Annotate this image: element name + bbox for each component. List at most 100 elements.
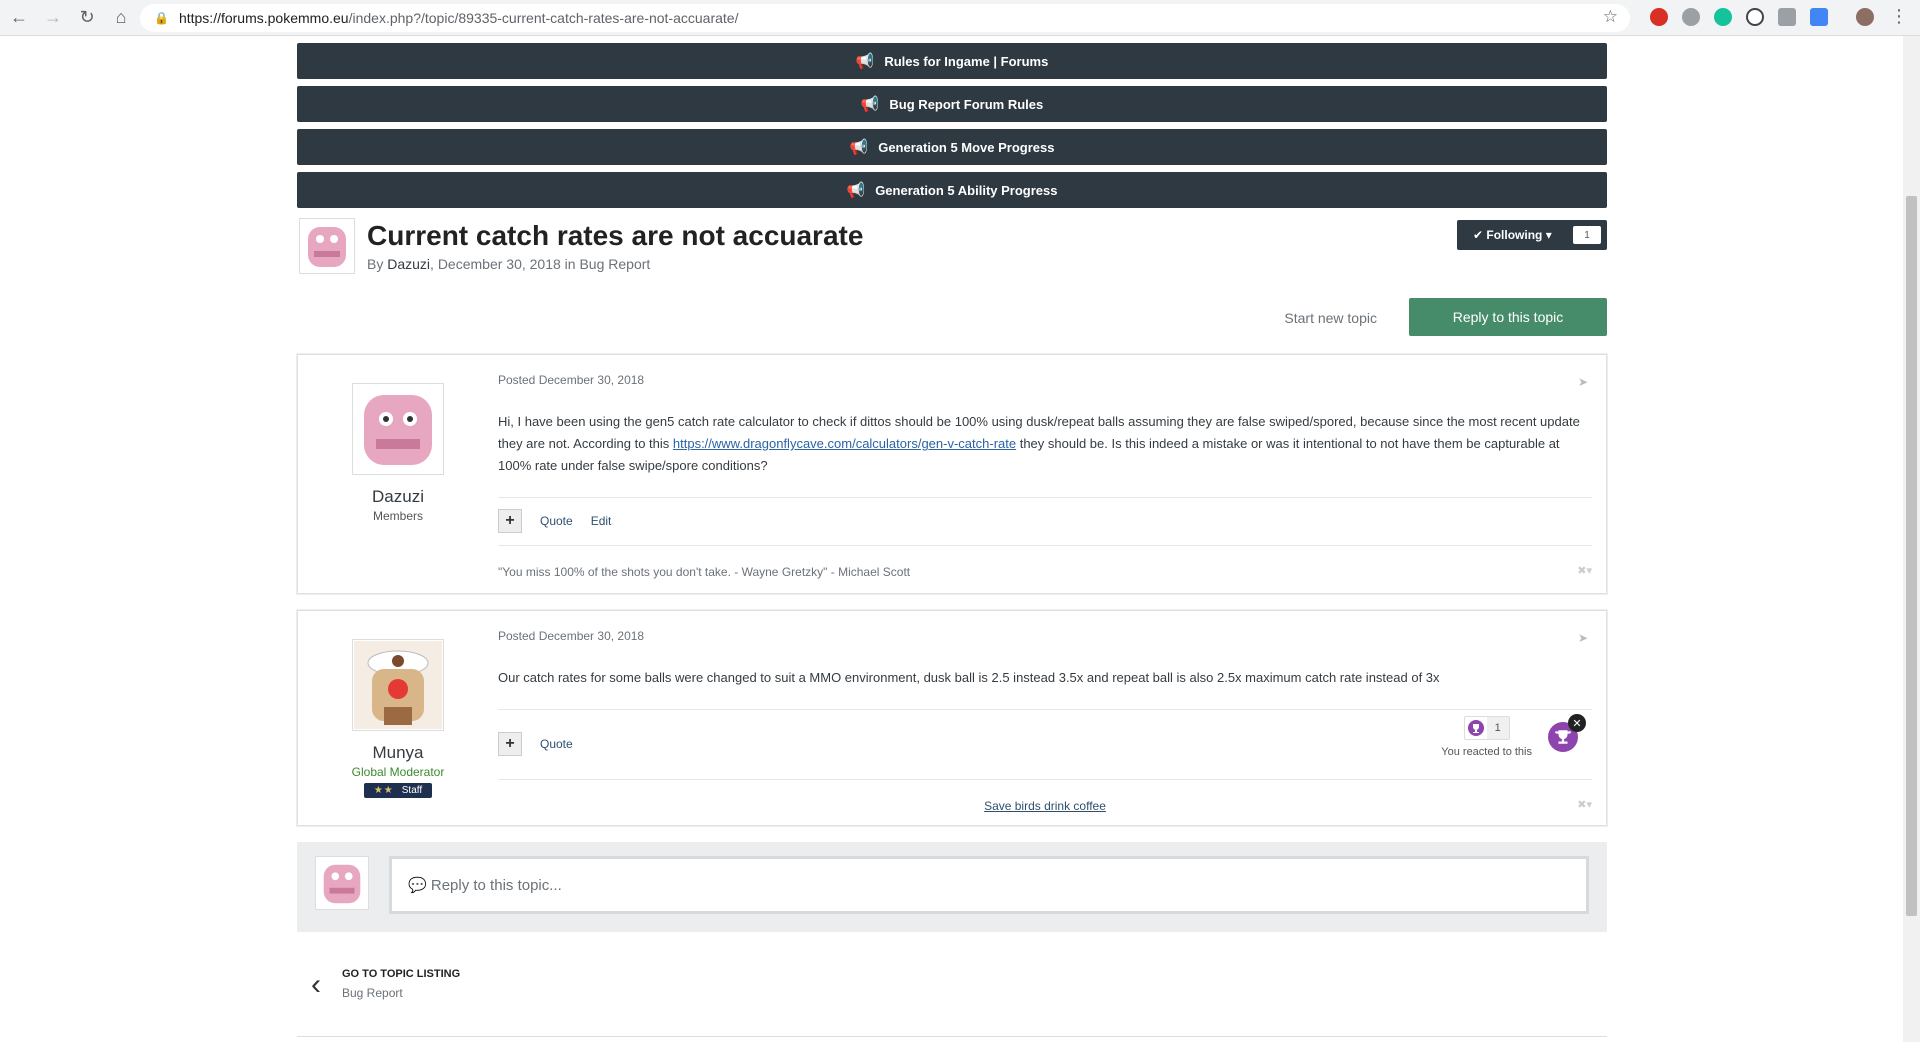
megaphone-icon: 📢 xyxy=(860,96,880,113)
hide-signature-icon[interactable]: ✖▾ xyxy=(1577,564,1592,577)
post-date: Posted December 30, 2018 xyxy=(498,629,1592,643)
extension-red-icon[interactable] xyxy=(1650,8,1668,26)
hide-signature-icon[interactable]: ✖▾ xyxy=(1577,798,1592,811)
go-to-topic-listing[interactable]: ‹ GO TO TOPIC LISTING Bug Report xyxy=(297,962,1607,1012)
signature-link[interactable]: Save birds drink coffee xyxy=(984,799,1106,813)
quote-button[interactable]: Quote xyxy=(540,514,573,528)
post-author-name[interactable]: Dazuzi xyxy=(298,487,498,507)
topic-date: December 30, 2018 xyxy=(437,256,561,272)
multiquote-plus-button[interactable]: + xyxy=(498,508,522,533)
listing-forum: Bug Report xyxy=(342,986,403,1000)
announcement-label: Rules for Ingame | Forums xyxy=(884,53,1049,69)
reply-to-topic-button[interactable]: Reply to this topic xyxy=(1409,298,1607,336)
post-signature: "You miss 100% of the shots you don't ta… xyxy=(498,545,1592,597)
post-signature: Save birds drink coffee ✖▾ xyxy=(498,779,1592,831)
post-author-avatar[interactable] xyxy=(352,383,444,475)
extension-grammarly-icon[interactable] xyxy=(1714,8,1732,26)
posted-prefix: Posted xyxy=(498,373,539,387)
reply-placeholder: Reply to this topic... xyxy=(430,876,562,894)
reply-editor[interactable]: 💬 Reply to this topic... xyxy=(389,856,1589,914)
topic-author-link[interactable]: Dazuzi xyxy=(387,256,430,272)
posted-prefix: Posted xyxy=(498,629,539,643)
post-author-name[interactable]: Munya xyxy=(298,743,498,763)
post-content: Hi, I have been using the gen5 catch rat… xyxy=(498,411,1592,477)
listing-label: GO TO TOPIC LISTING xyxy=(342,968,461,980)
quick-reply-box: 💬 Reply to this topic... xyxy=(297,842,1607,932)
following-button[interactable]: ✔ Following ▾ 1 xyxy=(1457,220,1607,250)
calculator-link[interactable]: https://www.dragonflycave.com/calculator… xyxy=(673,436,1016,451)
check-icon: ✔ xyxy=(1473,228,1487,242)
post-body: Posted December 30, 2018 ➤ Our catch rat… xyxy=(498,611,1606,831)
posted-date[interactable]: December 30, 2018 xyxy=(539,629,644,643)
post-author-panel: Dazuzi Members xyxy=(298,355,498,523)
post-controls: + Quote Edit xyxy=(498,497,1592,543)
remove-reaction-icon[interactable]: ✕ xyxy=(1568,714,1586,732)
staff-badge: ★★ Staff xyxy=(363,783,433,798)
url-path: /index.php?/topic/89335-current-catch-ra… xyxy=(348,10,739,26)
meta-in: in xyxy=(560,256,580,272)
post: Munya Global Moderator ★★ Staff Posted De… xyxy=(297,610,1607,826)
page-scrollbar[interactable] xyxy=(1903,36,1920,1042)
megaphone-icon: 📢 xyxy=(846,182,866,199)
announcement-bar[interactable]: 📢 Bug Report Forum Rules xyxy=(297,86,1607,122)
chrome-menu-icon[interactable]: ⋮ xyxy=(1890,6,1908,27)
quote-button[interactable]: Quote xyxy=(540,737,573,751)
extension-bulb-icon[interactable] xyxy=(1682,8,1700,26)
share-icon[interactable]: ➤ xyxy=(1578,631,1588,645)
multiquote-plus-button[interactable]: + xyxy=(498,731,522,756)
trophy-icon xyxy=(1555,730,1571,744)
post-author-avatar[interactable] xyxy=(352,639,444,731)
scrollbar-thumb[interactable] xyxy=(1906,196,1917,916)
reaction-button[interactable]: ✕ xyxy=(1548,714,1586,752)
post-controls: + Quote 1 You reacted to this ✕ xyxy=(498,709,1592,777)
megaphone-icon: 📢 xyxy=(855,53,875,70)
browser-toolbar: ← → ↻ ⌂ 🔒 https://forums.pokemmo.eu/inde… xyxy=(0,0,1920,36)
announcement-label: Bug Report Forum Rules xyxy=(889,96,1044,112)
reload-icon[interactable]: ↻ xyxy=(72,3,102,33)
announcement-bar[interactable]: 📢 Generation 5 Ability Progress xyxy=(297,172,1607,208)
address-bar[interactable]: 🔒 https://forums.pokemmo.eu/index.php?/t… xyxy=(140,4,1630,32)
post-content: Our catch rates for some balls were chan… xyxy=(498,670,1440,685)
comment-icon: 💬 xyxy=(408,877,431,894)
post-author-group: Global Moderator xyxy=(351,765,445,779)
announcement-bar[interactable]: 📢 Rules for Ingame | Forums xyxy=(297,43,1607,79)
post-author-panel: Munya Global Moderator ★★ Staff xyxy=(298,611,498,798)
reaction-pill[interactable]: 1 xyxy=(1463,716,1510,740)
share-icon[interactable]: ➤ xyxy=(1578,375,1588,389)
meta-comma: , xyxy=(430,256,438,272)
signature-text: "You miss 100% of the shots you don't ta… xyxy=(498,564,911,579)
start-new-topic-link[interactable]: Start new topic xyxy=(1284,310,1377,326)
following-label: Following xyxy=(1486,228,1543,242)
current-user-avatar[interactable] xyxy=(315,856,369,910)
topic-author-avatar[interactable] xyxy=(299,218,355,274)
reaction-count: 1 xyxy=(1486,717,1509,739)
announcement-bar[interactable]: 📢 Generation 5 Move Progress xyxy=(297,129,1607,165)
edit-button[interactable]: Edit xyxy=(591,514,612,528)
trophy-icon xyxy=(1465,717,1487,739)
announcement-label: Generation 5 Ability Progress xyxy=(875,182,1058,198)
reacted-text: You reacted to this xyxy=(1441,746,1532,758)
forward-icon[interactable]: → xyxy=(38,3,68,33)
caret-down-icon: ▾ xyxy=(1542,228,1552,242)
back-icon[interactable]: ← xyxy=(4,3,34,33)
topic-title: Current catch rates are not accuarate xyxy=(367,220,864,251)
home-icon[interactable]: ⌂ xyxy=(106,3,136,33)
topic-actions: Start new topic Reply to this topic xyxy=(297,298,1607,354)
topic-meta: By Dazuzi, December 30, 2018 in Bug Repo… xyxy=(367,256,650,272)
staff-badge-label: Staff xyxy=(401,785,423,796)
announcement-label: Generation 5 Move Progress xyxy=(878,139,1055,155)
extension-translate-icon[interactable] xyxy=(1810,8,1828,26)
lock-icon: 🔒 xyxy=(154,11,169,25)
topic-forum-link[interactable]: Bug Report xyxy=(579,256,650,272)
profile-avatar-icon[interactable] xyxy=(1856,8,1874,26)
post-date: Posted December 30, 2018 xyxy=(498,373,1592,387)
post-body: Posted December 30, 2018 ➤ Hi, I have be… xyxy=(498,355,1606,597)
forum-page: 📢 Rules for Ingame | Forums 📢 Bug Report F… xyxy=(297,36,1607,1012)
posted-date[interactable]: December 30, 2018 xyxy=(539,373,644,387)
extension-gray-icon[interactable] xyxy=(1778,8,1796,26)
bookmark-star-icon[interactable]: ☆ xyxy=(1603,7,1618,27)
extension-circle-icon[interactable] xyxy=(1746,8,1764,26)
topic-header: Current catch rates are not accuarate By… xyxy=(297,218,1607,298)
reaction-summary[interactable]: 1 You reacted to this xyxy=(1441,716,1532,758)
by-prefix: By xyxy=(367,256,388,272)
